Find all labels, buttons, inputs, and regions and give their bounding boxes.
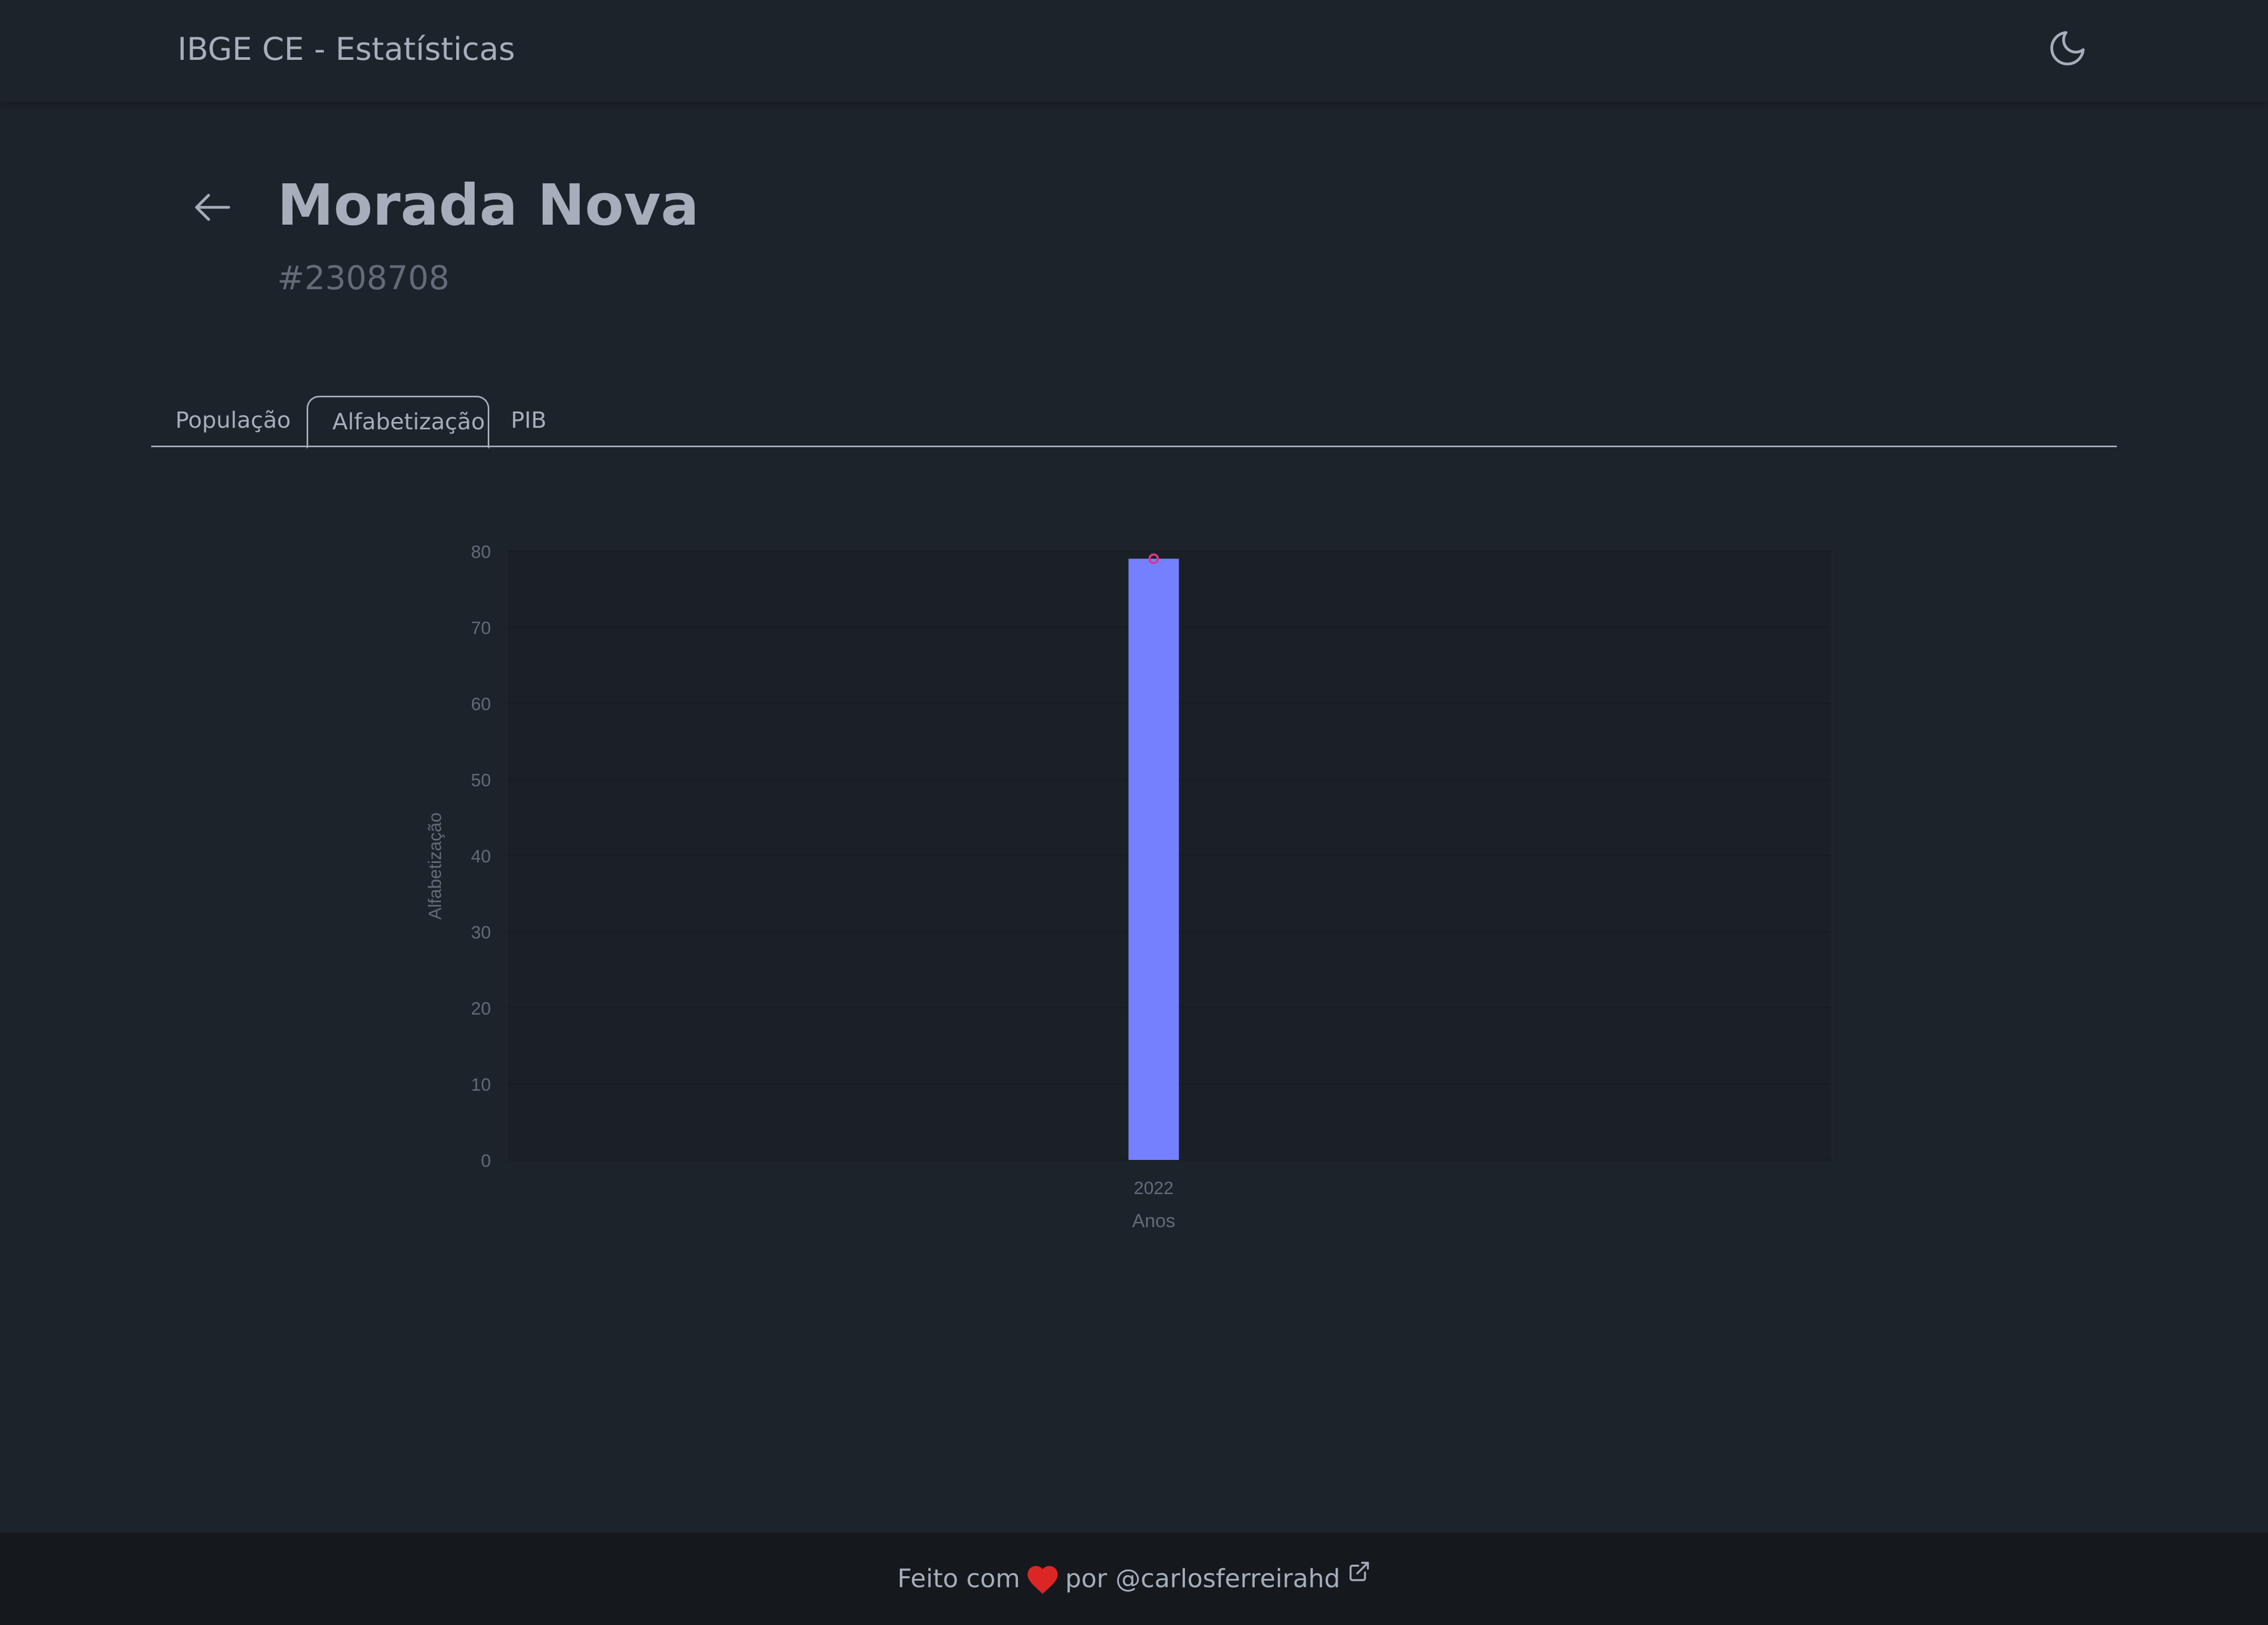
tab-alfabetizacao[interactable]: Alfabetização — [307, 396, 489, 449]
y-axis-label: Alfabetização — [425, 812, 445, 920]
x-tick-label: 2022 — [1134, 1178, 1174, 1198]
y-tick-label: 10 — [471, 1075, 491, 1095]
navbar: IBGE CE - Estatísticas — [0, 0, 2268, 102]
y-tick-label: 60 — [471, 694, 491, 714]
tab-pib[interactable]: PIB — [489, 396, 568, 447]
y-tick-label: 20 — [471, 999, 491, 1019]
tab-populacao[interactable]: População — [151, 396, 307, 447]
tab-bar: População Alfabetização PIB — [151, 396, 2117, 449]
author-link[interactable]: @carlosferreirahd — [1116, 1564, 1340, 1594]
y-tick-label: 40 — [471, 847, 491, 867]
external-link-icon[interactable] — [1348, 1560, 1371, 1583]
literacy-chart: 0 10 20 30 40 50 60 70 80 2022 Anos Alfabetização — [410, 525, 1858, 1260]
back-button[interactable] — [184, 178, 242, 236]
arrow-left-icon — [195, 194, 230, 221]
app-title[interactable]: IBGE CE - Estatísticas — [177, 28, 515, 70]
x-axis-label: Anos — [1132, 1210, 1175, 1231]
footer-middle: por — [1065, 1564, 1107, 1594]
bar — [1128, 558, 1179, 1160]
y-tick-label: 80 — [471, 542, 491, 562]
city-code: #2308708 — [277, 259, 450, 297]
moon-icon — [2050, 31, 2085, 66]
y-tick-label: 50 — [471, 771, 491, 790]
y-tick-label: 0 — [481, 1151, 491, 1171]
theme-toggle-button[interactable] — [2045, 26, 2090, 70]
chart-svg: 0 10 20 30 40 50 60 70 80 2022 Anos Alfabetização — [425, 542, 1833, 1231]
page-title: Morada Nova — [277, 173, 699, 238]
footer: Feito com por @carlosferreirahd — [0, 1533, 2268, 1625]
footer-prefix: Feito com — [897, 1564, 1021, 1594]
heart-icon — [1027, 1566, 1058, 1594]
y-tick-label: 70 — [471, 618, 491, 638]
y-tick-label: 30 — [471, 923, 491, 943]
